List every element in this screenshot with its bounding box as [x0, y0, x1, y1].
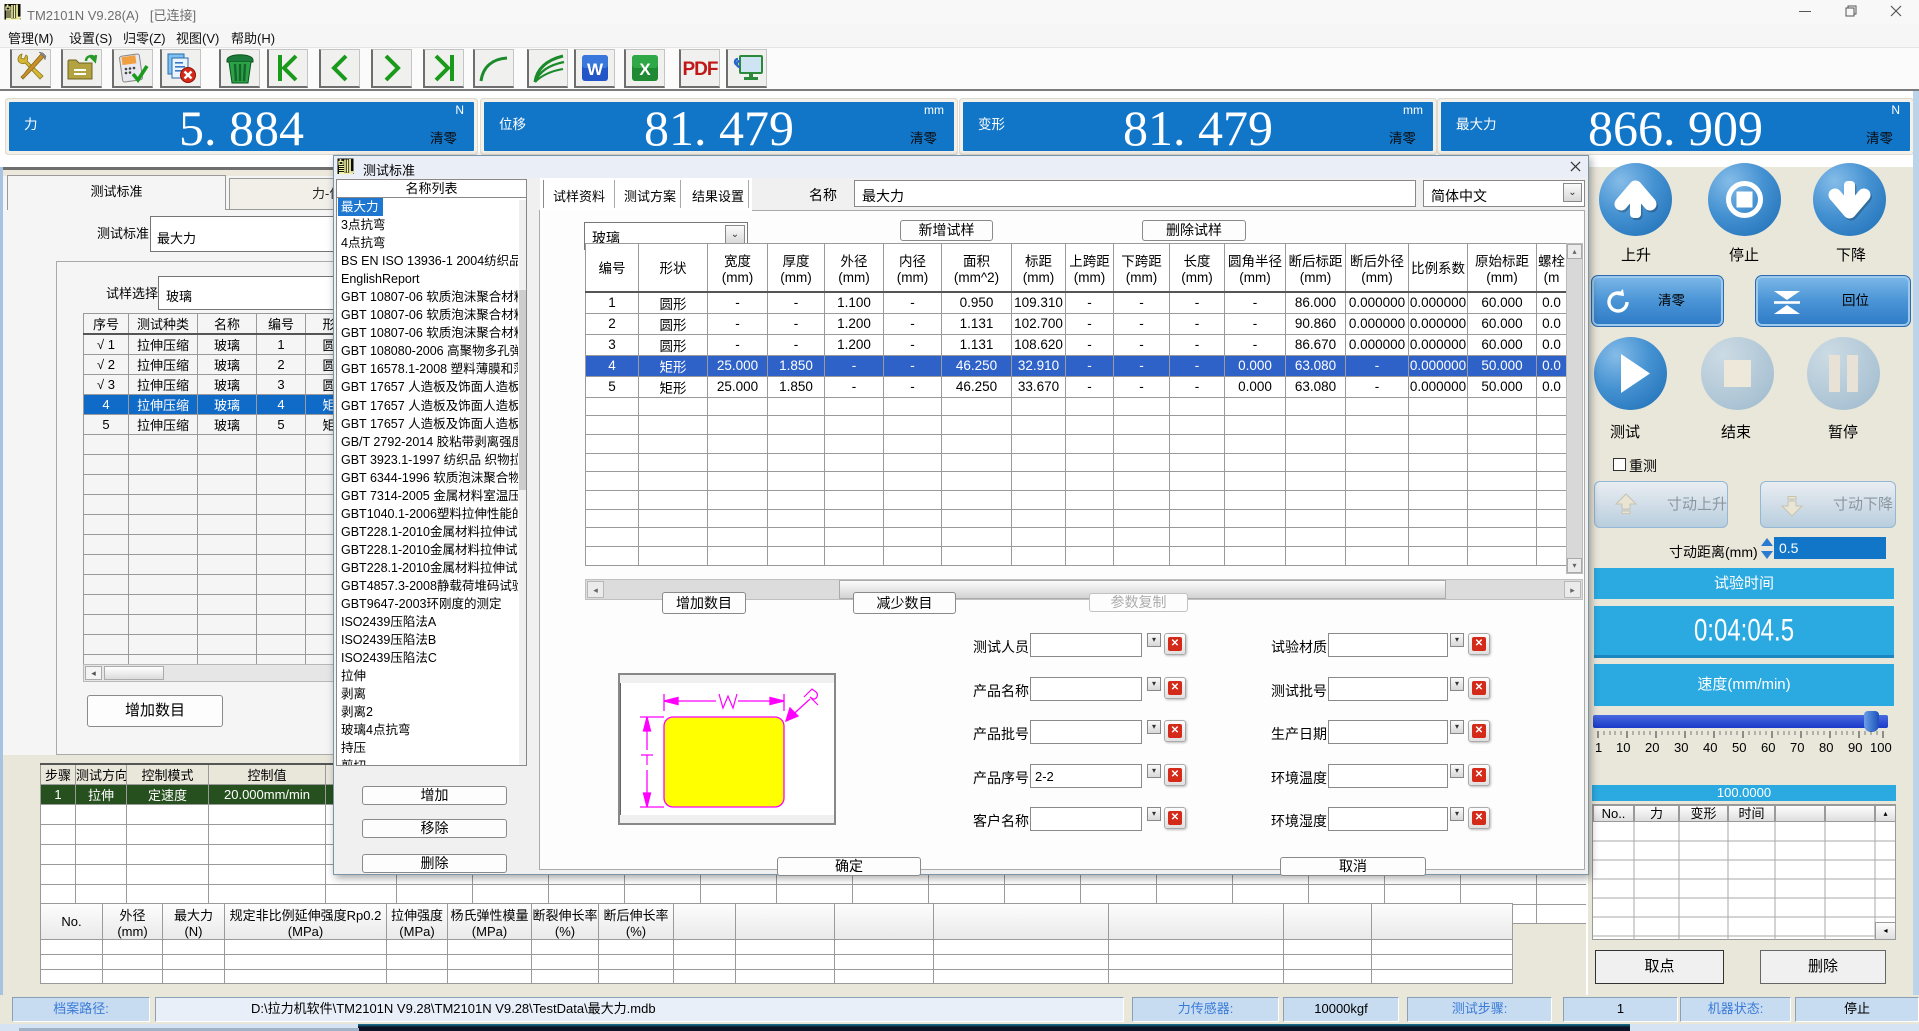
svg-text:X: X: [639, 60, 651, 79]
svg-text:W: W: [587, 60, 604, 79]
svg-text:PDF: PDF: [683, 59, 718, 80]
